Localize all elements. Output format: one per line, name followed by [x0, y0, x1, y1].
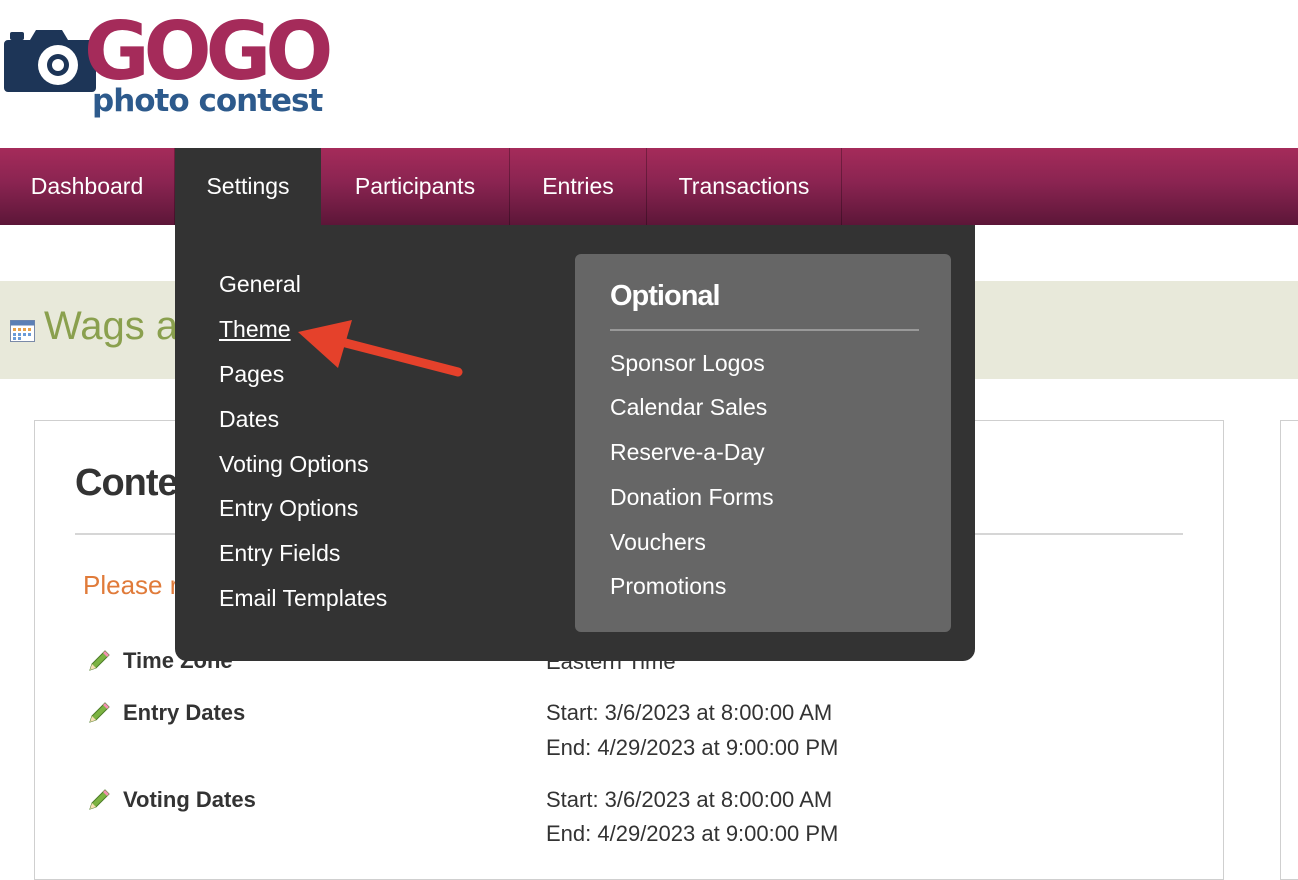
- page-title: Wags ar: [44, 304, 192, 348]
- main-nav: Dashboard Settings Participants Entries …: [0, 148, 1298, 225]
- nav-entries[interactable]: Entries: [510, 148, 647, 225]
- logo-tagline: photo contest: [92, 83, 323, 119]
- gogo-logo[interactable]: GOGO photo contest: [0, 12, 333, 128]
- notice-text: Please r: [83, 570, 179, 600]
- voting-dates-end: End: 4/29/2023 at 9:00:00 PM: [546, 821, 839, 846]
- menu-calendar-sales[interactable]: Calendar Sales: [610, 394, 767, 421]
- optional-heading: Optional: [610, 280, 721, 312]
- entry-dates-label: Entry Dates: [123, 700, 246, 725]
- menu-voting-options[interactable]: Voting Options: [219, 451, 369, 478]
- menu-vouchers[interactable]: Vouchers: [610, 529, 706, 556]
- menu-theme[interactable]: Theme: [219, 316, 291, 343]
- annotation-arrow-icon: [298, 320, 463, 377]
- menu-general[interactable]: General: [219, 271, 301, 298]
- optional-section: Optional Sponsor Logos Calendar Sales Re…: [575, 254, 951, 632]
- panel-heading: Conte: [75, 462, 179, 504]
- menu-reserve-a-day[interactable]: Reserve-a-Day: [610, 439, 765, 466]
- nav-dashboard[interactable]: Dashboard: [0, 148, 175, 225]
- nav-transactions[interactable]: Transactions: [647, 148, 842, 225]
- optional-divider: [610, 329, 919, 331]
- edit-pencil-icon[interactable]: [86, 787, 112, 813]
- nav-settings[interactable]: Settings: [175, 148, 321, 225]
- menu-dates[interactable]: Dates: [219, 406, 279, 433]
- menu-sponsor-logos[interactable]: Sponsor Logos: [610, 350, 765, 377]
- entry-dates-start: Start: 3/6/2023 at 8:00:00 AM: [546, 700, 833, 725]
- edit-pencil-icon[interactable]: [86, 700, 112, 726]
- menu-email-templates[interactable]: Email Templates: [219, 585, 387, 612]
- settings-dropdown: General Theme Pages Dates Voting Options…: [175, 225, 975, 661]
- voting-dates-start: Start: 3/6/2023 at 8:00:00 AM: [546, 787, 833, 812]
- logo-wordmark: GOGO: [84, 5, 333, 98]
- menu-pages[interactable]: Pages: [219, 361, 284, 388]
- edit-pencil-icon[interactable]: [86, 648, 112, 674]
- calendar-icon: [10, 320, 35, 342]
- menu-entry-options[interactable]: Entry Options: [219, 495, 358, 522]
- entry-dates-end: End: 4/29/2023 at 9:00:00 PM: [546, 735, 839, 760]
- menu-donation-forms[interactable]: Donation Forms: [610, 484, 774, 511]
- nav-participants[interactable]: Participants: [321, 148, 510, 225]
- voting-dates-label: Voting Dates: [123, 787, 256, 812]
- menu-entry-fields[interactable]: Entry Fields: [219, 540, 340, 567]
- menu-promotions[interactable]: Promotions: [610, 573, 726, 600]
- side-panel: [1280, 420, 1298, 880]
